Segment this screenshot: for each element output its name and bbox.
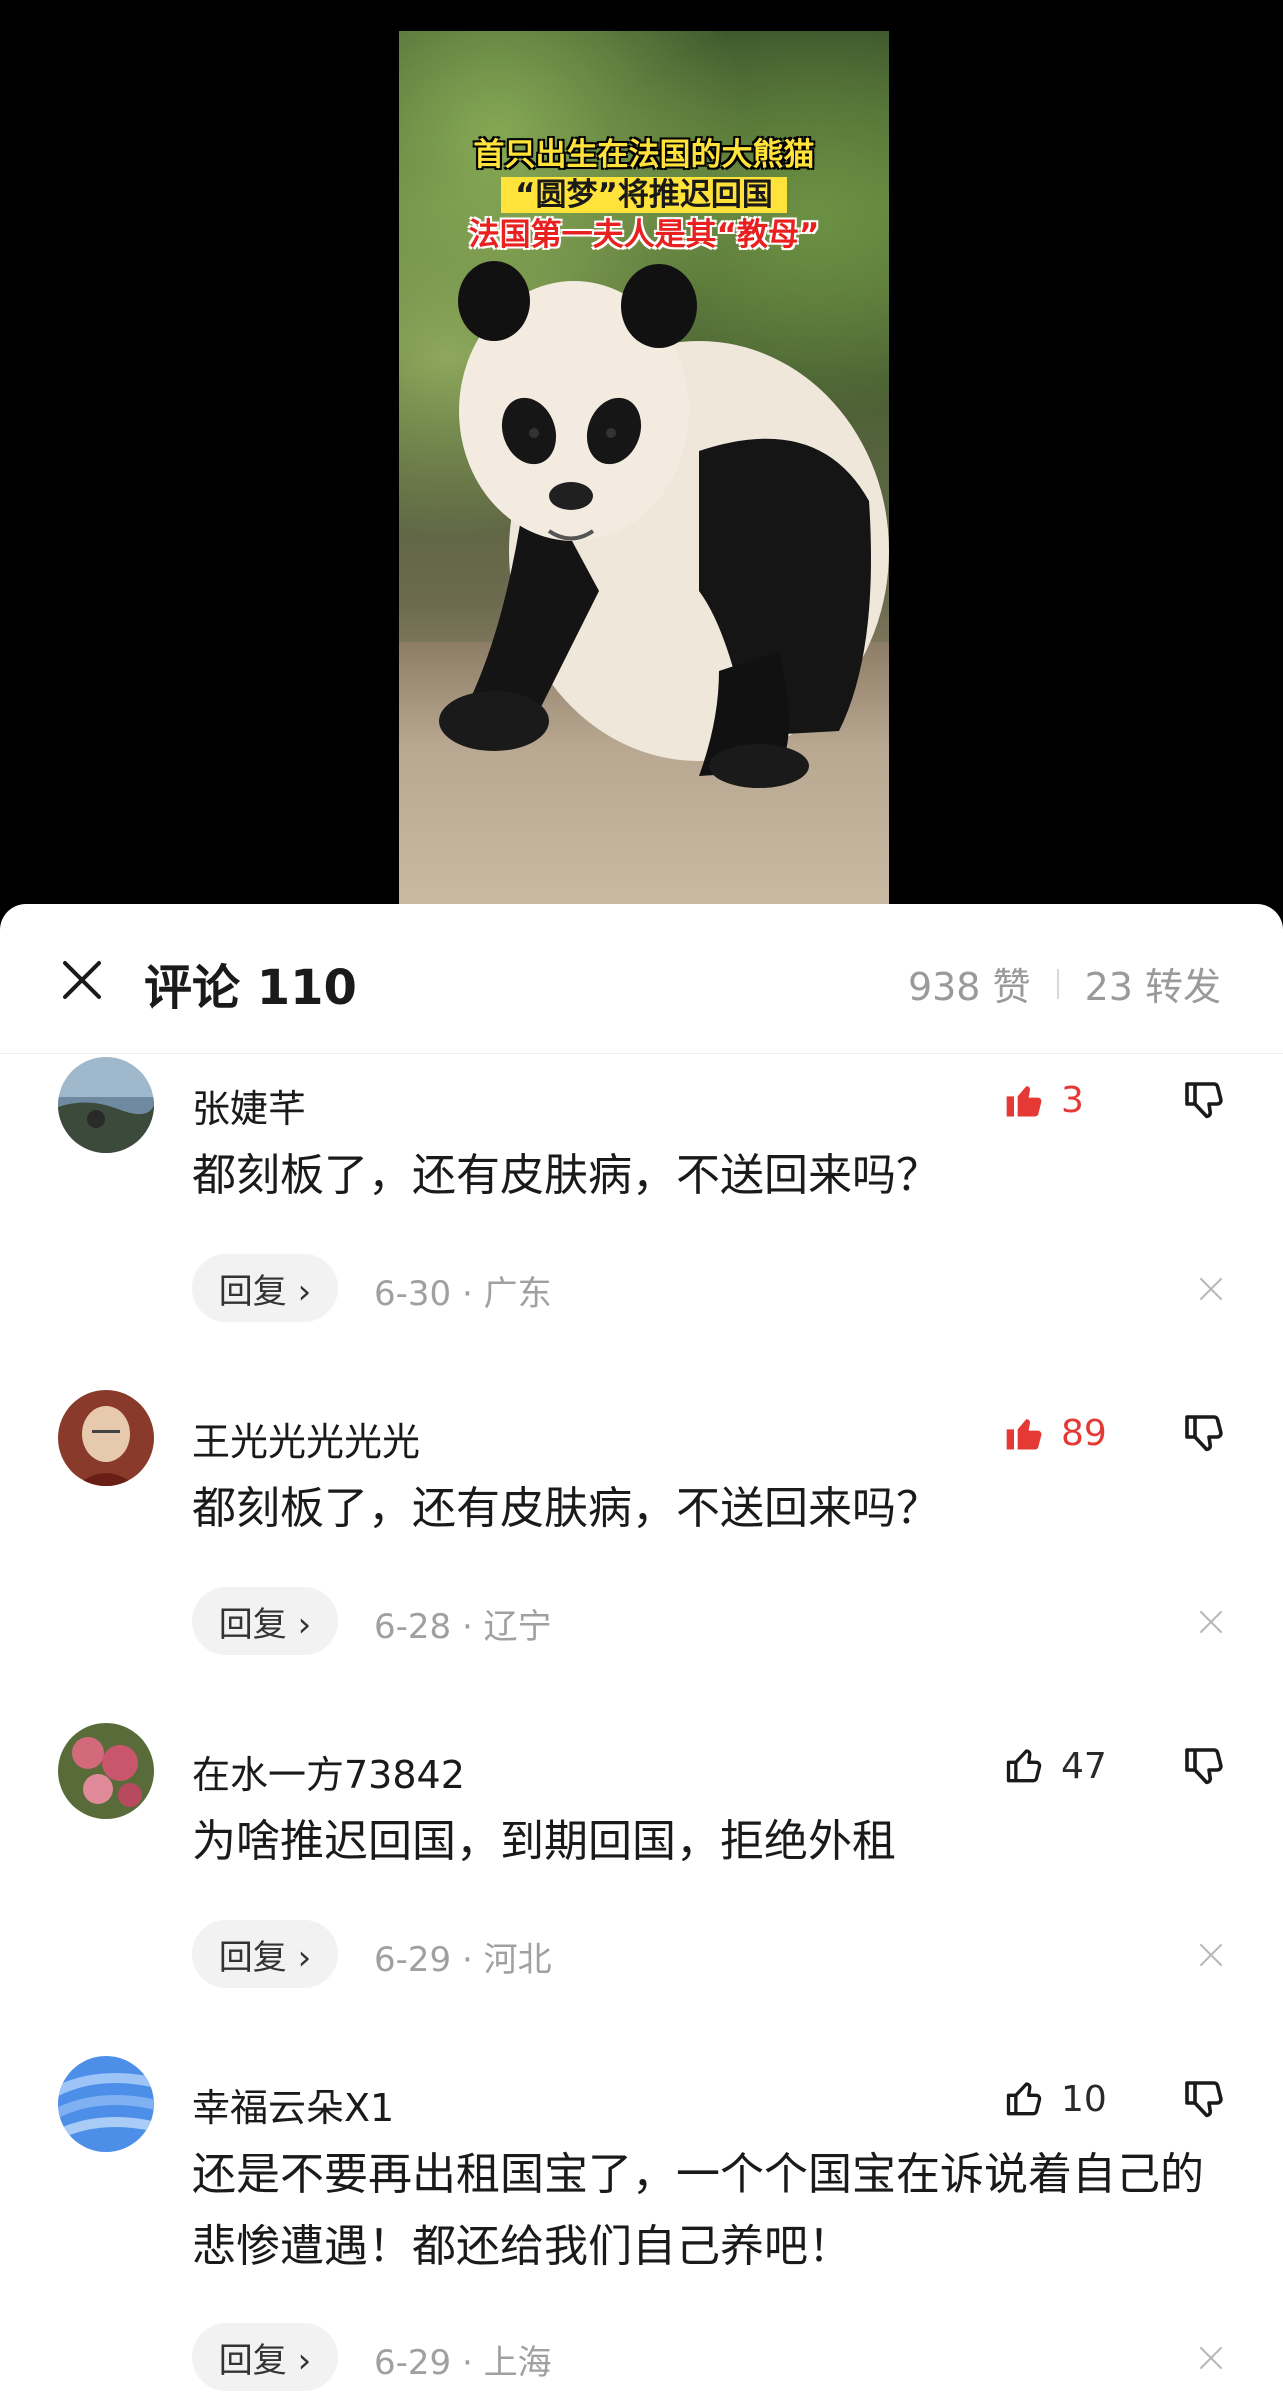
reply-button[interactable]: 回复 ›	[192, 2323, 338, 2391]
username[interactable]: 在水一方73842	[192, 1744, 465, 1799]
close-icon[interactable]	[56, 954, 108, 1006]
video-player[interactable]: 首只出生在法国的大熊猫 “圆梦”将推迟回国 法国第一夫人是其“教母”	[0, 0, 1283, 910]
blue-wave-avatar-icon	[58, 2056, 154, 2152]
like-count: 47	[1061, 1745, 1107, 1787]
reply-button[interactable]: 回复 ›	[192, 1254, 338, 1322]
comment-meta: 6-28 · 辽宁	[374, 1607, 552, 1647]
dismiss-icon[interactable]	[1198, 1609, 1224, 1635]
comment-meta: 6-29 · 河北	[374, 1940, 552, 1980]
avatar[interactable]	[58, 1390, 154, 1486]
thumbs-up-icon	[1006, 1749, 1042, 1783]
like-count: 89	[1061, 1412, 1107, 1454]
video-caption-line-1: 首只出生在法国的大熊猫	[473, 137, 815, 173]
share-total: 23 转发	[1084, 965, 1221, 1009]
comment-meta: 6-30 · 广东	[374, 1274, 552, 1314]
like-count: 3	[1061, 1079, 1084, 1121]
comment-meta: 6-29 · 上海	[374, 2343, 552, 2383]
like-count: 10	[1061, 2078, 1107, 2120]
comment-sheet: 评论 110 938 赞 23 转发 张婕芊 3 都刻板了，还有皮肤病，不送回来…	[0, 904, 1283, 2405]
reply-button[interactable]: 回复 ›	[192, 1920, 338, 1988]
comment-count-title: 评论 110	[144, 960, 357, 1016]
comment-text: 都刻板了，还有皮肤病，不送回来吗？	[192, 1483, 940, 1534]
lake-landscape-avatar-icon	[58, 1057, 154, 1153]
avatar[interactable]	[58, 1057, 154, 1153]
like-button[interactable]: 47	[1003, 1744, 1107, 1788]
dismiss-icon[interactable]	[1198, 2345, 1224, 2371]
stats-divider	[1056, 968, 1059, 999]
sheet-stats: 938 赞 23 转发	[908, 956, 1221, 1011]
thumbs-down-icon[interactable]	[1181, 1076, 1229, 1124]
comment-text: 还是不要再出租国宝了，一个个国宝在诉说着自己的悲惨遭遇！都还给我们自己养吧！	[192, 2149, 1204, 2272]
username[interactable]: 幸福云朵X1	[192, 2077, 394, 2132]
username[interactable]: 王光光光光光	[192, 1411, 420, 1466]
like-button[interactable]: 10	[1003, 2077, 1107, 2121]
comment-text: 都刻板了，还有皮肤病，不送回来吗？	[192, 1150, 940, 1201]
thumbs-up-filled-icon	[1006, 1086, 1042, 1117]
like-total: 938 赞	[907, 965, 1031, 1009]
comment-sheet-header: 评论 110 938 赞 23 转发	[0, 904, 1283, 1054]
thumbs-up-icon	[1006, 2082, 1042, 2116]
avatar[interactable]	[58, 1723, 154, 1819]
thumbs-up-filled-icon	[1006, 1419, 1042, 1450]
video-caption-line-2: “圆梦”将推迟回国	[399, 169, 889, 214]
username[interactable]: 张婕芊	[192, 1078, 306, 1133]
thumbs-down-icon[interactable]	[1181, 2075, 1229, 2123]
comment-text: 为啥推迟回国，到期回国，拒绝外租	[192, 1816, 896, 1867]
elder-portrait-avatar-icon	[58, 1390, 154, 1486]
dismiss-icon[interactable]	[1198, 1942, 1224, 1968]
like-button[interactable]: 3	[1003, 1078, 1084, 1122]
like-button[interactable]: 89	[1003, 1411, 1107, 1455]
thumbs-down-icon[interactable]	[1181, 1409, 1229, 1457]
video-frame[interactable]: 首只出生在法国的大熊猫 “圆梦”将推迟回国 法国第一夫人是其“教母”	[399, 31, 889, 904]
video-caption-line-3: 法国第一夫人是其“教母”	[468, 217, 820, 253]
reply-button[interactable]: 回复 ›	[192, 1587, 338, 1655]
dismiss-icon[interactable]	[1198, 1276, 1224, 1302]
peach-blossom-avatar-icon	[58, 1723, 154, 1819]
thumbs-down-icon[interactable]	[1181, 1742, 1229, 1790]
video-caption-line-2-text: “圆梦”将推迟回国	[501, 177, 787, 213]
avatar[interactable]	[58, 2056, 154, 2152]
